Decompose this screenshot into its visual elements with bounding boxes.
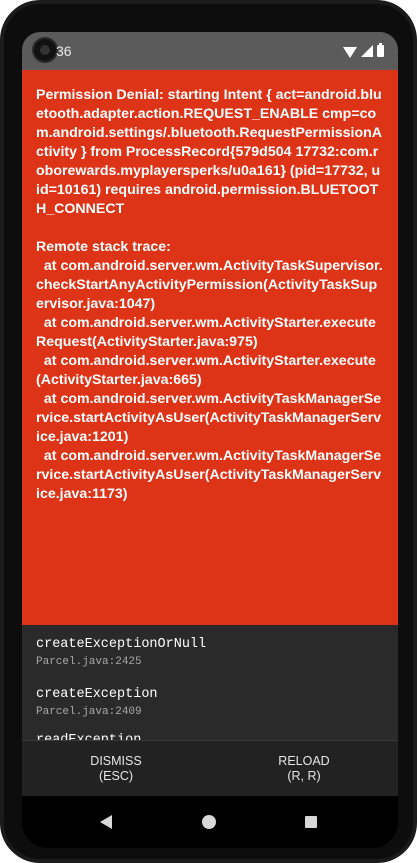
phone-frame: 36 Permission Denial: starting Intent { … <box>0 0 417 863</box>
redbox-button-bar: DISMISS (ESC) RELOAD (R, R) <box>22 740 398 796</box>
front-camera-icon <box>32 37 58 63</box>
stack-frame[interactable]: createExceptionOrNull Parcel.java:2425 <box>36 637 206 669</box>
status-icons <box>343 41 384 61</box>
reload-button[interactable]: RELOAD (R, R) <box>210 741 398 796</box>
dismiss-shortcut: (ESC) <box>98 768 134 783</box>
reload-shortcut: (R, R) <box>287 768 321 783</box>
stack-frame-function: readException <box>36 733 141 740</box>
stack-frame[interactable]: readException <box>36 733 141 740</box>
stack-trace-list[interactable]: createExceptionOrNull Parcel.java:2425 c… <box>22 625 398 740</box>
stack-frame-function: createException <box>36 687 158 702</box>
navigation-bar <box>22 796 398 848</box>
stack-frame-function: createExceptionOrNull <box>36 637 207 652</box>
back-icon[interactable] <box>100 815 112 829</box>
redbox-error-panel[interactable]: Permission Denial: starting Intent { act… <box>22 70 398 625</box>
recents-icon[interactable] <box>305 816 317 828</box>
status-time: 36 <box>56 43 72 59</box>
stack-frame[interactable]: createException Parcel.java:2409 <box>36 687 158 719</box>
cell-signal-icon <box>361 45 373 57</box>
status-bar: 36 <box>22 32 398 70</box>
dismiss-label: DISMISS <box>90 753 142 768</box>
reload-label: RELOAD <box>278 753 330 768</box>
wifi-icon <box>343 46 357 58</box>
stack-frame-location: Parcel.java:2409 <box>36 706 142 718</box>
dismiss-button[interactable]: DISMISS (ESC) <box>22 741 210 796</box>
error-message: Permission Denial: starting Intent { act… <box>36 87 383 502</box>
home-icon[interactable] <box>202 815 216 829</box>
battery-icon <box>377 43 384 57</box>
screen: 36 Permission Denial: starting Intent { … <box>22 32 398 848</box>
stack-frame-location: Parcel.java:2425 <box>36 656 142 668</box>
